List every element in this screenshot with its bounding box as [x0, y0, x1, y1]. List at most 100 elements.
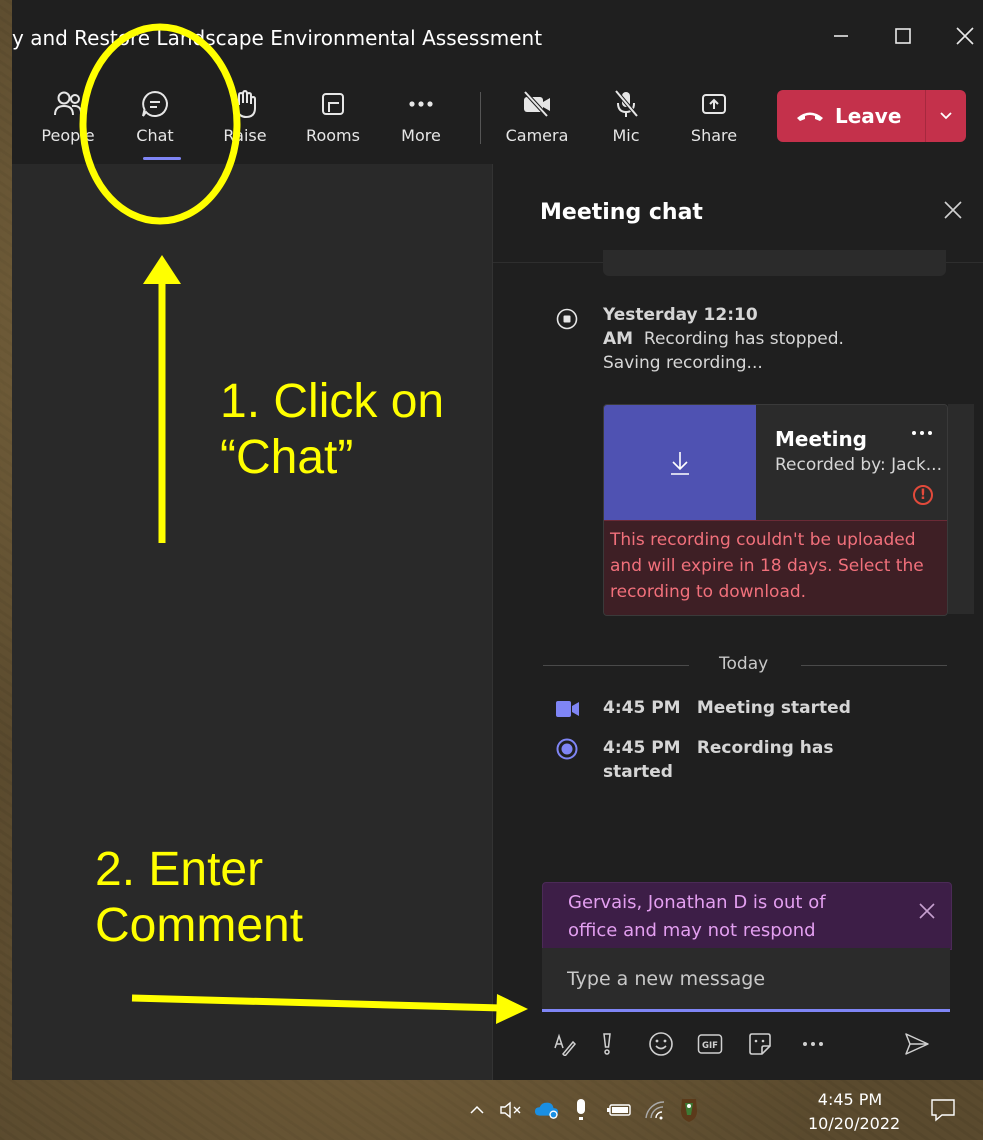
clock-time: 4:45 PM: [817, 1090, 883, 1109]
message-input[interactable]: [542, 948, 950, 1009]
phone-hangup-icon: [797, 112, 823, 121]
chat-icon: [142, 90, 168, 117]
mic-label: Mic: [612, 126, 640, 145]
meeting-started-event: 4:45 PM Meeting started: [603, 696, 943, 720]
recording-stopped-event: Yesterday 12:10 AM Recording has stopped…: [603, 303, 883, 375]
nps-app-button[interactable]: [676, 1096, 702, 1124]
previous-message-card: [603, 250, 946, 276]
more-button[interactable]: More: [385, 84, 457, 145]
leave-button[interactable]: Leave: [777, 90, 966, 142]
microphone-in-use-button[interactable]: [568, 1096, 594, 1124]
recording-started-event: 4:45 PM Recording has started: [603, 736, 843, 784]
maximize-button[interactable]: [885, 18, 921, 54]
format-icon: [554, 1033, 577, 1056]
meeting-camera-icon: [556, 701, 579, 717]
onedrive-cloud-icon: [534, 1102, 559, 1119]
windows-taskbar: 4:45 PM 10/20/2022: [0, 1080, 983, 1140]
camera-button[interactable]: Camera: [501, 84, 573, 145]
gif-button[interactable]: GIF: [696, 1030, 724, 1058]
recording-more-options[interactable]: [911, 417, 933, 441]
leave-main-button[interactable]: Leave: [777, 90, 925, 142]
raise-hand-icon: [232, 89, 256, 119]
event-time: 4:45 PM: [603, 698, 681, 718]
leave-dropdown-button[interactable]: [926, 111, 966, 121]
onedrive-button[interactable]: [534, 1096, 560, 1124]
clock-date: 10/20/2022: [808, 1114, 901, 1133]
network-button[interactable]: [642, 1096, 668, 1124]
recording-thumbnail[interactable]: [604, 405, 756, 520]
microphone-icon: [577, 1099, 585, 1120]
dismiss-banner-button[interactable]: [917, 901, 937, 927]
send-button[interactable]: [903, 1030, 931, 1058]
gif-icon: GIF: [697, 1034, 723, 1054]
format-button[interactable]: [551, 1030, 579, 1058]
recording-started-icon: [556, 738, 578, 760]
close-icon: [956, 27, 974, 45]
out-of-office-banner: Gervais, Jonathan D is out of office and…: [542, 882, 952, 950]
recording-error-message: This recording couldn't be uploaded and …: [604, 520, 947, 615]
raise-hand-button[interactable]: Raise: [209, 84, 281, 145]
more-icon: [912, 431, 932, 435]
recording-card-scroll: [948, 404, 974, 614]
panel-title: Meeting chat: [540, 200, 703, 225]
sticker-button[interactable]: [746, 1030, 774, 1058]
recording-stopped-icon: [556, 308, 578, 330]
important-button[interactable]: [593, 1030, 621, 1058]
volume-muted-icon: [500, 1101, 521, 1119]
share-label: Share: [690, 126, 738, 145]
share-icon: [702, 94, 726, 114]
step2-annotation: 2. Enter Comment: [95, 842, 303, 954]
chevron-up-icon: [470, 1105, 484, 1114]
more-label: More: [401, 126, 441, 145]
mic-button[interactable]: Mic: [590, 84, 662, 145]
recording-name: Meeting: [775, 427, 868, 451]
battery-button[interactable]: [606, 1096, 632, 1124]
divider-line-left: [543, 665, 689, 666]
message-compose-box[interactable]: [542, 948, 950, 1012]
emoji-icon: [649, 1032, 673, 1056]
close-chat-button[interactable]: [942, 198, 964, 228]
download-icon: [671, 451, 689, 475]
compose-toolbar: GIF: [551, 1026, 951, 1062]
chat-button[interactable]: Chat: [119, 84, 191, 145]
rooms-button[interactable]: Rooms: [297, 84, 369, 145]
arrowhead-badge-icon: [681, 1099, 697, 1122]
more-options-button[interactable]: [799, 1030, 827, 1058]
event-text: Meeting started: [696, 698, 851, 718]
step1-line1: 1. Click on: [220, 375, 445, 428]
warning-icon: !: [913, 485, 933, 505]
leave-label: Leave: [835, 104, 902, 128]
raise-label: Raise: [223, 126, 267, 145]
show-hidden-icons-button[interactable]: [464, 1096, 490, 1124]
svg-text:GIF: GIF: [702, 1041, 718, 1051]
sticker-icon: [749, 1033, 771, 1055]
camera-off-icon: [523, 90, 550, 118]
divider-line-right: [801, 665, 947, 666]
battery-icon: [607, 1104, 631, 1116]
out-of-office-text: Gervais, Jonathan D is out of office and…: [568, 892, 826, 941]
volume-button[interactable]: [498, 1096, 524, 1124]
camera-label: Camera: [505, 126, 569, 145]
day-divider-label: Today: [719, 654, 769, 674]
meeting-chat-panel: Meeting chat Yesterday 12:10 AM Recordin…: [492, 164, 983, 1080]
more-icon: [409, 101, 433, 107]
close-window-button[interactable]: [947, 18, 983, 54]
step2-line1: 2. Enter: [95, 843, 264, 896]
emoji-button[interactable]: [647, 1030, 675, 1058]
minimize-button[interactable]: [823, 18, 859, 54]
maximize-icon: [895, 28, 911, 44]
recording-author: Recorded by: Jack...: [775, 455, 942, 475]
important-icon: [603, 1033, 611, 1055]
minimize-icon: [834, 35, 848, 37]
people-button[interactable]: People: [32, 84, 104, 145]
share-button[interactable]: Share: [678, 84, 750, 145]
step2-line2: Comment: [95, 899, 304, 952]
day-divider: Today: [543, 654, 947, 678]
mic-off-icon: [614, 89, 639, 118]
toolbar-separator: [480, 92, 481, 144]
recording-card[interactable]: Meeting Recorded by: Jack... ! This reco…: [603, 404, 948, 616]
taskbar-clock[interactable]: 4:45 PM 10/20/2022: [808, 1088, 901, 1136]
chat-label: Chat: [136, 126, 174, 145]
notification-center-button[interactable]: [930, 1098, 956, 1126]
title-bar: y and Restore Landscape Environmental As…: [12, 0, 983, 78]
